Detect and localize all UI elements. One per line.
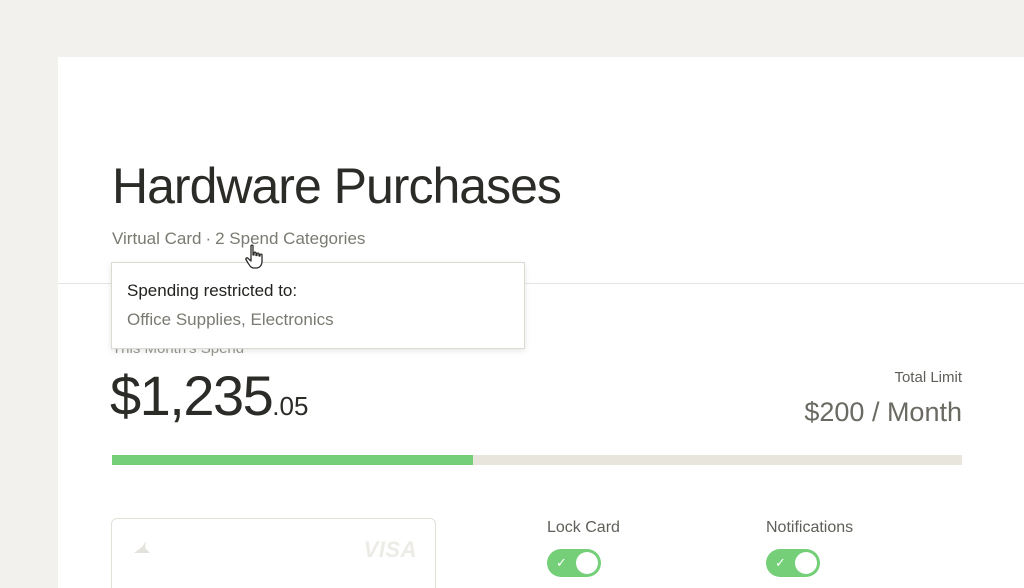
check-icon: ✓ xyxy=(775,555,786,570)
card-subtitle: Virtual Card · 2 Spend Categories xyxy=(112,229,365,249)
spend-amount: $1,235.05 xyxy=(110,363,308,428)
limit-label: Total Limit xyxy=(894,369,962,386)
lock-card-label: Lock Card xyxy=(547,519,620,536)
spend-categories-tooltip: Spending restricted to: Office Supplies,… xyxy=(111,262,525,349)
hand-pointer-icon xyxy=(245,244,263,269)
visa-logo: VISA xyxy=(363,537,417,562)
toggle-knob xyxy=(576,552,598,574)
spend-progress-bar xyxy=(112,455,962,465)
card-preview[interactable]: VISA xyxy=(111,518,436,588)
notifications-control: Notifications ✓ xyxy=(766,519,853,577)
toggle-knob xyxy=(795,552,817,574)
tooltip-categories: Office Supplies, Electronics xyxy=(127,310,334,329)
tooltip-heading: Spending restricted to: xyxy=(127,281,298,300)
spend-progress-fill xyxy=(112,455,474,465)
lock-card-toggle[interactable]: ✓ xyxy=(547,549,601,577)
notifications-label: Notifications xyxy=(766,519,854,536)
card-type-label: Virtual Card xyxy=(112,229,202,248)
spend-amount-cents: .05 xyxy=(272,391,309,421)
limit-value: $200 / Month xyxy=(804,397,962,427)
notifications-toggle[interactable]: ✓ xyxy=(766,549,820,577)
spend-amount-whole: $1,235 xyxy=(110,364,274,427)
check-icon: ✓ xyxy=(556,555,567,570)
subtitle-separator: · xyxy=(205,229,212,248)
card-logo-icon xyxy=(134,541,150,553)
lock-card-control: Lock Card ✓ xyxy=(547,519,620,577)
spend-categories-link[interactable]: 2 Spend Categories xyxy=(215,229,365,248)
page-title: Hardware Purchases xyxy=(112,158,562,214)
card-detail-panel: Hardware Purchases Virtual Card · 2 Spend … xyxy=(58,57,1024,588)
